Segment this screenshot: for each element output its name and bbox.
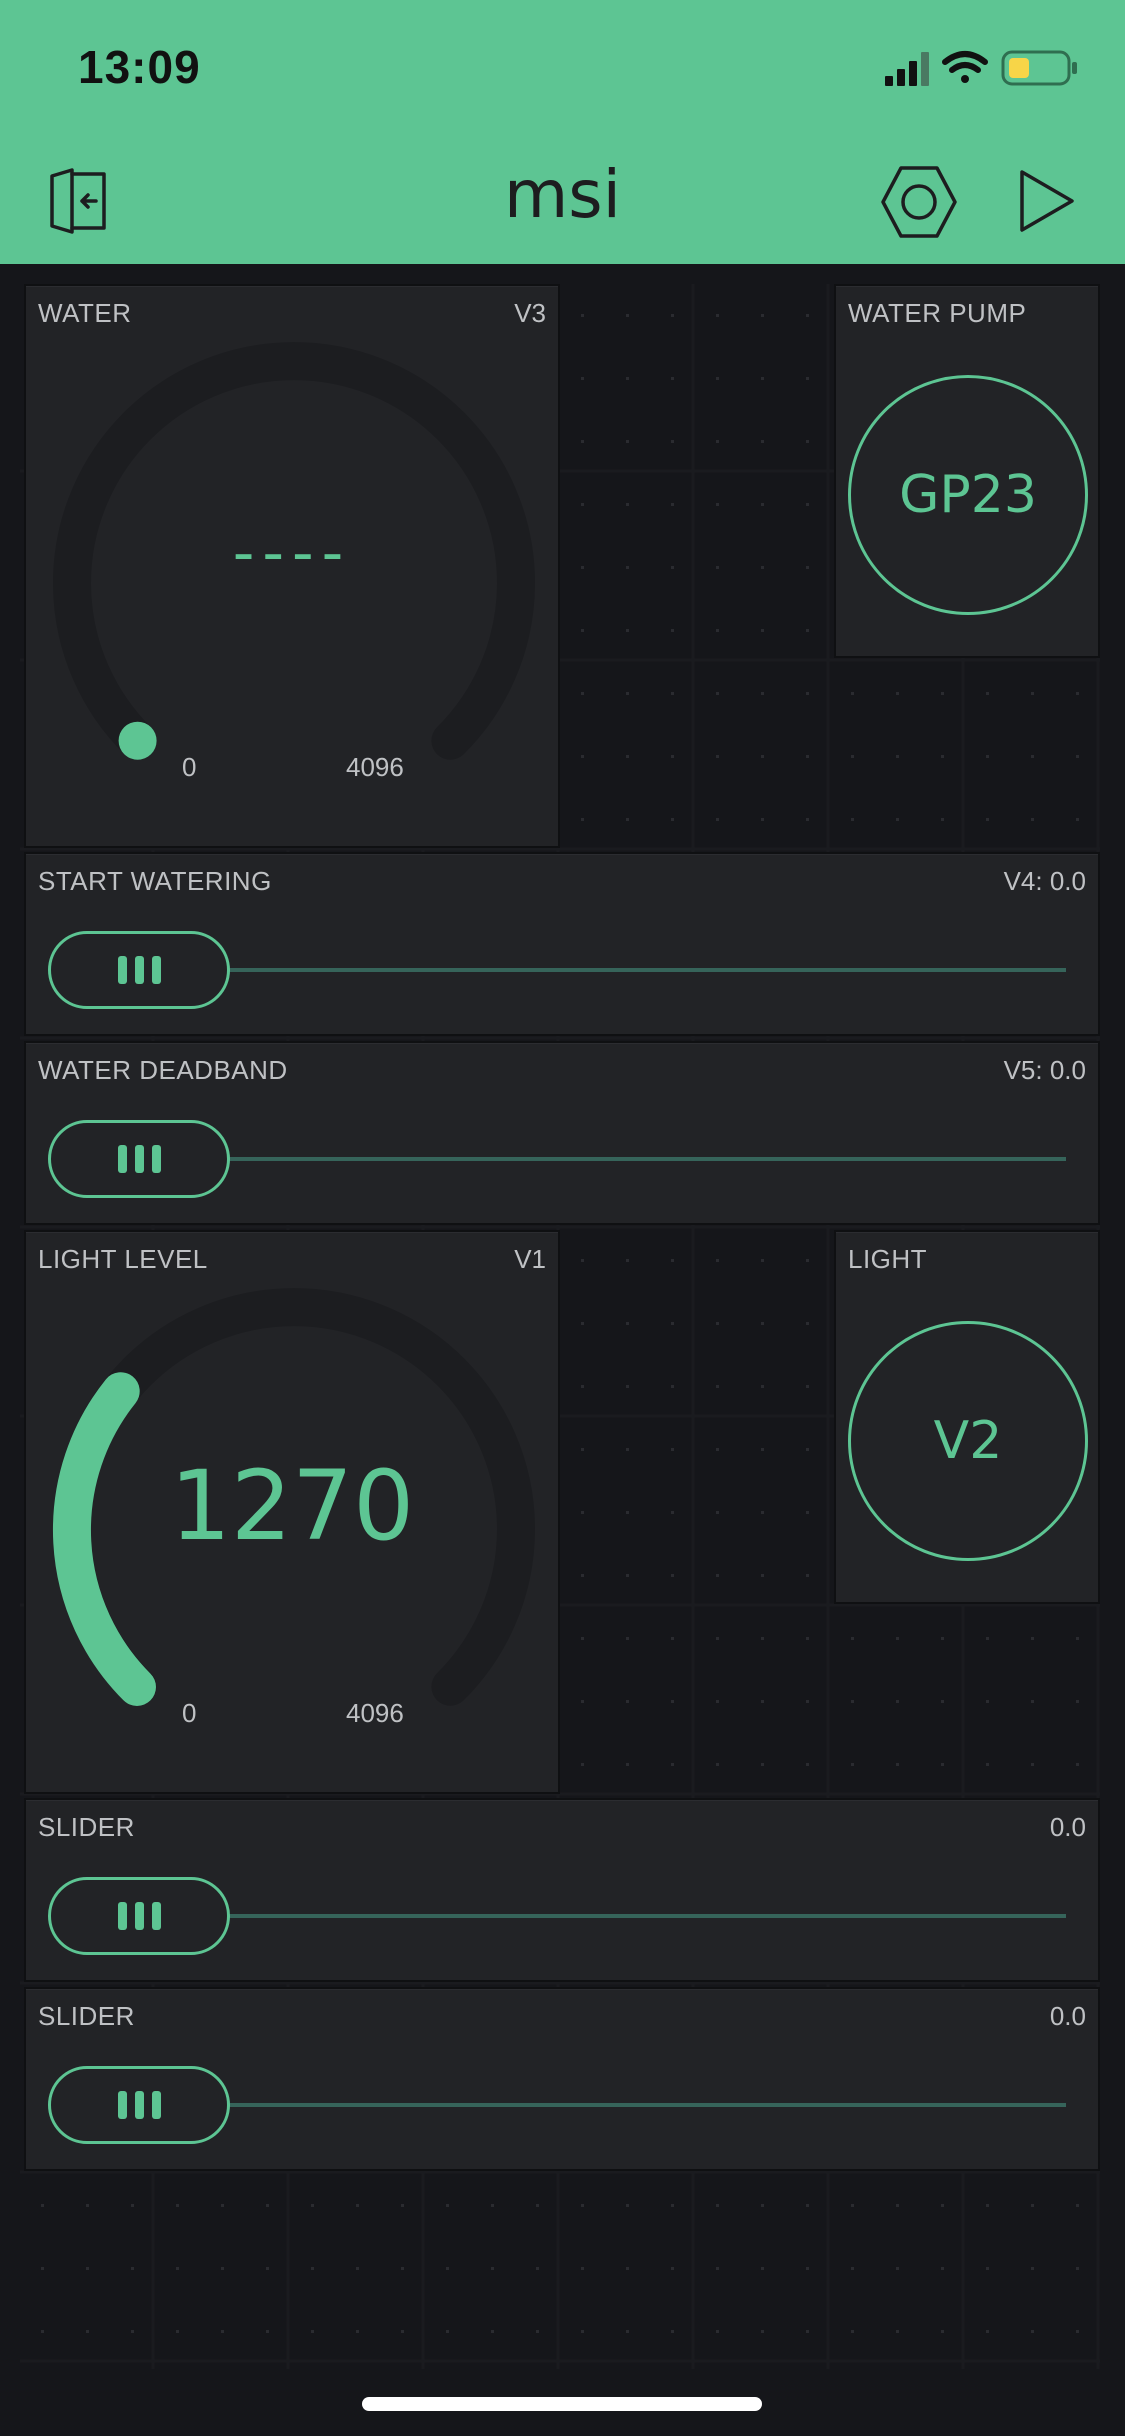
- start-watering-track[interactable]: [226, 968, 1066, 972]
- water-gauge-min: 0: [182, 752, 197, 782]
- slider-1-widget: SLIDER 0.0: [24, 1798, 1100, 1982]
- slider-2-track[interactable]: [226, 2103, 1066, 2107]
- water-pump-label: WATER PUMP: [848, 298, 1027, 328]
- signal-icon: [885, 52, 929, 86]
- home-indicator: [362, 2397, 762, 2411]
- settings-icon[interactable]: [880, 164, 958, 240]
- slider-2-label: SLIDER: [38, 2001, 135, 2031]
- water-pump-button[interactable]: GP23: [848, 375, 1088, 615]
- water-pump-widget: WATER PUMP GP23: [834, 284, 1100, 658]
- app-screen: 13:09 msi WATER V3 ---- 0 4096 WATER PUM…: [0, 0, 1125, 2436]
- light-level-gauge-widget[interactable]: LIGHT LEVEL V1 1270 0 4096: [24, 1230, 560, 1794]
- start-watering-handle[interactable]: [48, 931, 230, 1009]
- water-deadband-widget: WATER DEADBAND V5: 0.0: [24, 1041, 1100, 1225]
- light-label: LIGHT: [848, 1244, 928, 1274]
- battery-icon: [1001, 50, 1077, 86]
- light-level-value: 1270: [169, 1450, 415, 1562]
- slider-1-track[interactable]: [226, 1914, 1066, 1918]
- light-button[interactable]: V2: [848, 1321, 1088, 1561]
- wifi-icon: [942, 51, 988, 83]
- slider-2-value: 0.0: [1049, 2001, 1086, 2031]
- exit-icon[interactable]: [38, 166, 116, 236]
- water-gauge-fill: [118, 721, 157, 760]
- slider-2-widget: SLIDER 0.0: [24, 1987, 1100, 2171]
- start-watering-widget: START WATERING V4: 0.0: [24, 852, 1100, 1036]
- play-icon[interactable]: [1018, 168, 1078, 234]
- light-level-min: 0: [182, 1698, 197, 1728]
- status-time: 13:09: [78, 41, 201, 93]
- slider-1-label: SLIDER: [38, 1812, 135, 1842]
- water-gauge-value: ----: [232, 518, 352, 588]
- water-gauge-widget[interactable]: WATER V3 ---- 0 4096: [24, 284, 560, 848]
- slider-1-handle[interactable]: [48, 1877, 230, 1955]
- status-icons: [885, 50, 1077, 86]
- water-deadband-value: V5: 0.0: [1003, 1055, 1086, 1085]
- slider-1-value: 0.0: [1049, 1812, 1086, 1842]
- light-widget: LIGHT V2: [834, 1230, 1100, 1604]
- water-gauge-max: 4096: [346, 752, 404, 782]
- water-deadband-label: WATER DEADBAND: [38, 1055, 288, 1085]
- start-watering-value: V4: 0.0: [1003, 866, 1086, 896]
- slider-2-handle[interactable]: [48, 2066, 230, 2144]
- water-deadband-handle[interactable]: [48, 1120, 230, 1198]
- light-level-max: 4096: [346, 1698, 404, 1728]
- start-watering-label: START WATERING: [38, 866, 272, 896]
- water-deadband-track[interactable]: [226, 1157, 1066, 1161]
- status-bar: 13:09: [0, 0, 1125, 140]
